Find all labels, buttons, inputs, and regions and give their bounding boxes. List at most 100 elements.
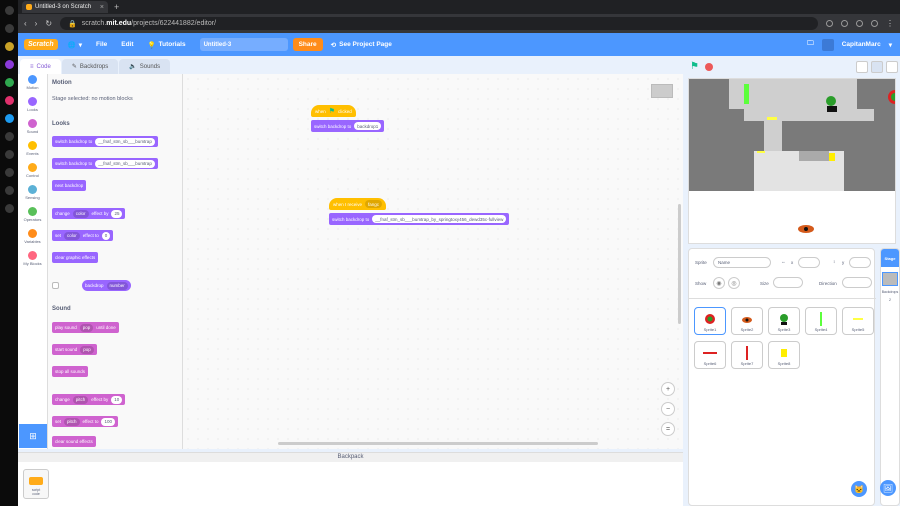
file-menu[interactable]: File [96, 41, 107, 48]
extension-icon[interactable] [826, 20, 833, 27]
backdrop-dropdown[interactable]: __fnaf_stm_sb___bumtrap [95, 137, 155, 146]
category-variables[interactable]: Variables [18, 229, 47, 250]
sound-effect-dropdown[interactable]: pitch [64, 417, 80, 426]
backdrop-dropdown[interactable]: __fnaf_stm_sb___bumtrap_by_springtoxy456… [372, 215, 507, 223]
whatsapp-icon[interactable] [4, 78, 14, 87]
url-field[interactable]: 🔒 scratch.mit.edu/projects/622441882/edi… [60, 17, 818, 30]
sprite-tile[interactable]: Sprite4 [805, 307, 837, 335]
switch-backdrop-wait-block[interactable]: switch backdrop to __fnaf_stm_sb___bumtra… [52, 158, 158, 169]
backdrop-reporter-block[interactable]: backdrop number [82, 280, 131, 291]
project-title-input[interactable]: Untitled-3 [199, 38, 288, 51]
category-operators[interactable]: Operators [18, 207, 47, 228]
x-input[interactable] [798, 257, 820, 268]
system-icon[interactable] [4, 6, 14, 15]
tutorials-button[interactable]: 💡 Tutorials [148, 41, 186, 49]
reload-icon[interactable]: ↻ [45, 19, 52, 28]
when-i-receive-block[interactable]: when I receive fangc [329, 198, 387, 210]
twitch-icon[interactable] [4, 60, 14, 69]
bookmark-icon[interactable] [856, 20, 863, 27]
stop-icon[interactable] [704, 62, 713, 71]
script-workspace[interactable]: when ⚑ clicked switch backdrop to backdrop1… [183, 74, 683, 449]
backpack-header[interactable]: Backpack [18, 453, 683, 462]
zoom-in-button[interactable]: + [661, 382, 675, 396]
show-visible-eye-icon[interactable]: ◉ [713, 277, 725, 289]
category-control[interactable]: Control [18, 163, 47, 184]
sprite-tile[interactable]: Sprite1 [694, 307, 726, 335]
see-project-page-button[interactable]: ⟲ See Project Page [331, 41, 392, 49]
sprite-tile[interactable]: Sprite5 [842, 307, 874, 335]
backdrop-dropdown[interactable]: __fnaf_stm_sb___bumtrap [95, 159, 155, 168]
sound-effect-amount-input[interactable]: 10 [111, 395, 123, 404]
back-icon[interactable]: ‹ [24, 19, 27, 28]
tab-backdrops[interactable]: ✎ Backdrops [61, 59, 119, 74]
play-sound-until-done-block[interactable]: play sound pop until done [52, 322, 119, 333]
change-effect-block[interactable]: change color effect by 25 [52, 208, 126, 219]
sprite-tile[interactable]: Sprite2 [731, 307, 763, 335]
stage-canvas[interactable] [688, 78, 896, 244]
workspace-vertical-scrollbar[interactable] [678, 204, 681, 324]
instagram-icon[interactable] [4, 96, 14, 105]
forward-icon[interactable]: › [35, 19, 38, 28]
category-my-blocks[interactable]: My Blocks [18, 251, 47, 272]
twitter-icon[interactable] [4, 114, 14, 123]
effect-dropdown[interactable]: color [72, 209, 89, 218]
direction-input[interactable] [842, 277, 872, 288]
zoom-out-button[interactable]: − [661, 402, 675, 416]
category-sensing[interactable]: Sensing [18, 185, 47, 206]
category-motion[interactable]: Motion [18, 75, 47, 96]
fullscreen-icon[interactable] [886, 60, 898, 73]
category-sound[interactable]: Sound [18, 119, 47, 140]
add-extension-button[interactable]: ⊞ [19, 424, 47, 448]
add-sprite-button[interactable]: 🐱 [851, 481, 867, 497]
app-icon[interactable] [4, 150, 14, 159]
next-backdrop-block[interactable]: next backdrop [52, 180, 87, 191]
sprite-name-input[interactable]: Name [713, 257, 771, 268]
chevron-down-icon[interactable]: ▾ [889, 41, 892, 49]
menu-icon[interactable]: ⋮ [886, 19, 894, 28]
cube-icon[interactable] [4, 186, 14, 195]
green-flag-icon[interactable]: ⚑ [690, 61, 699, 72]
sound-effect-value-input[interactable]: 100 [101, 417, 115, 426]
stage-selector[interactable]: Stage Backdrops 2 [880, 248, 900, 506]
change-sound-effect-block[interactable]: change pitch effect by 10 [52, 394, 126, 405]
tab-code[interactable]: ≡ Code [20, 59, 61, 74]
sound-dropdown[interactable]: pop [80, 345, 94, 354]
backpack-item[interactable]: script code [23, 469, 49, 499]
small-stage-button[interactable] [856, 60, 868, 73]
start-sound-block[interactable]: start sound pop [52, 344, 97, 355]
effect-dropdown[interactable]: color [64, 231, 80, 240]
settings-icon[interactable] [4, 204, 14, 213]
sound-dropdown[interactable]: pop [79, 323, 94, 332]
normal-stage-button[interactable] [871, 60, 883, 73]
share-button[interactable]: Share [292, 38, 323, 51]
username[interactable]: CapitanMarc [842, 41, 881, 48]
message-dropdown[interactable]: fangc [365, 200, 383, 208]
size-input[interactable] [773, 277, 803, 288]
close-tab-icon[interactable]: × [100, 4, 104, 11]
y-input[interactable] [849, 257, 871, 268]
sprite-tile[interactable]: Sprite8 [768, 341, 800, 369]
my-stuff-folder-icon[interactable]: 🗀 [807, 39, 814, 50]
edit-menu[interactable]: Edit [121, 41, 133, 48]
switch-backdrop-block[interactable]: switch backdrop to __fnaf_stm_sb___bumtra… [52, 136, 158, 147]
clock-icon[interactable] [4, 168, 14, 177]
sound-effect-dropdown[interactable]: pitch [72, 395, 89, 404]
tab-sounds[interactable]: 🔈 Sounds [119, 59, 171, 74]
zoom-reset-button[interactable]: = [661, 422, 675, 436]
sprite-tile[interactable]: Sprite3 [768, 307, 800, 335]
new-tab-button[interactable]: + [114, 2, 119, 12]
app-icon[interactable] [4, 42, 14, 51]
profile-icon[interactable] [871, 20, 878, 27]
switch-backdrop-block[interactable]: switch backdrop to backdrop1 [311, 120, 385, 132]
workspace-horizontal-scrollbar[interactable] [278, 442, 598, 445]
effect-value-input[interactable]: 0 [101, 231, 111, 240]
switch-backdrop-block[interactable]: switch backdrop to __fnaf_stm_sb___bumtra… [329, 213, 510, 225]
scratch-logo[interactable]: Scratch [24, 39, 58, 50]
show-hidden-eye-icon[interactable]: ◎ [728, 277, 740, 289]
clear-graphic-effects-block[interactable]: clear graphic effects [52, 252, 99, 263]
sprite-tile[interactable]: Sprite6 [694, 341, 726, 369]
sprite-tile[interactable]: Sprite7 [731, 341, 763, 369]
category-events[interactable]: Events [18, 141, 47, 162]
stop-all-sounds-block[interactable]: stop all sounds [52, 366, 89, 377]
category-looks[interactable]: Looks [18, 97, 47, 118]
